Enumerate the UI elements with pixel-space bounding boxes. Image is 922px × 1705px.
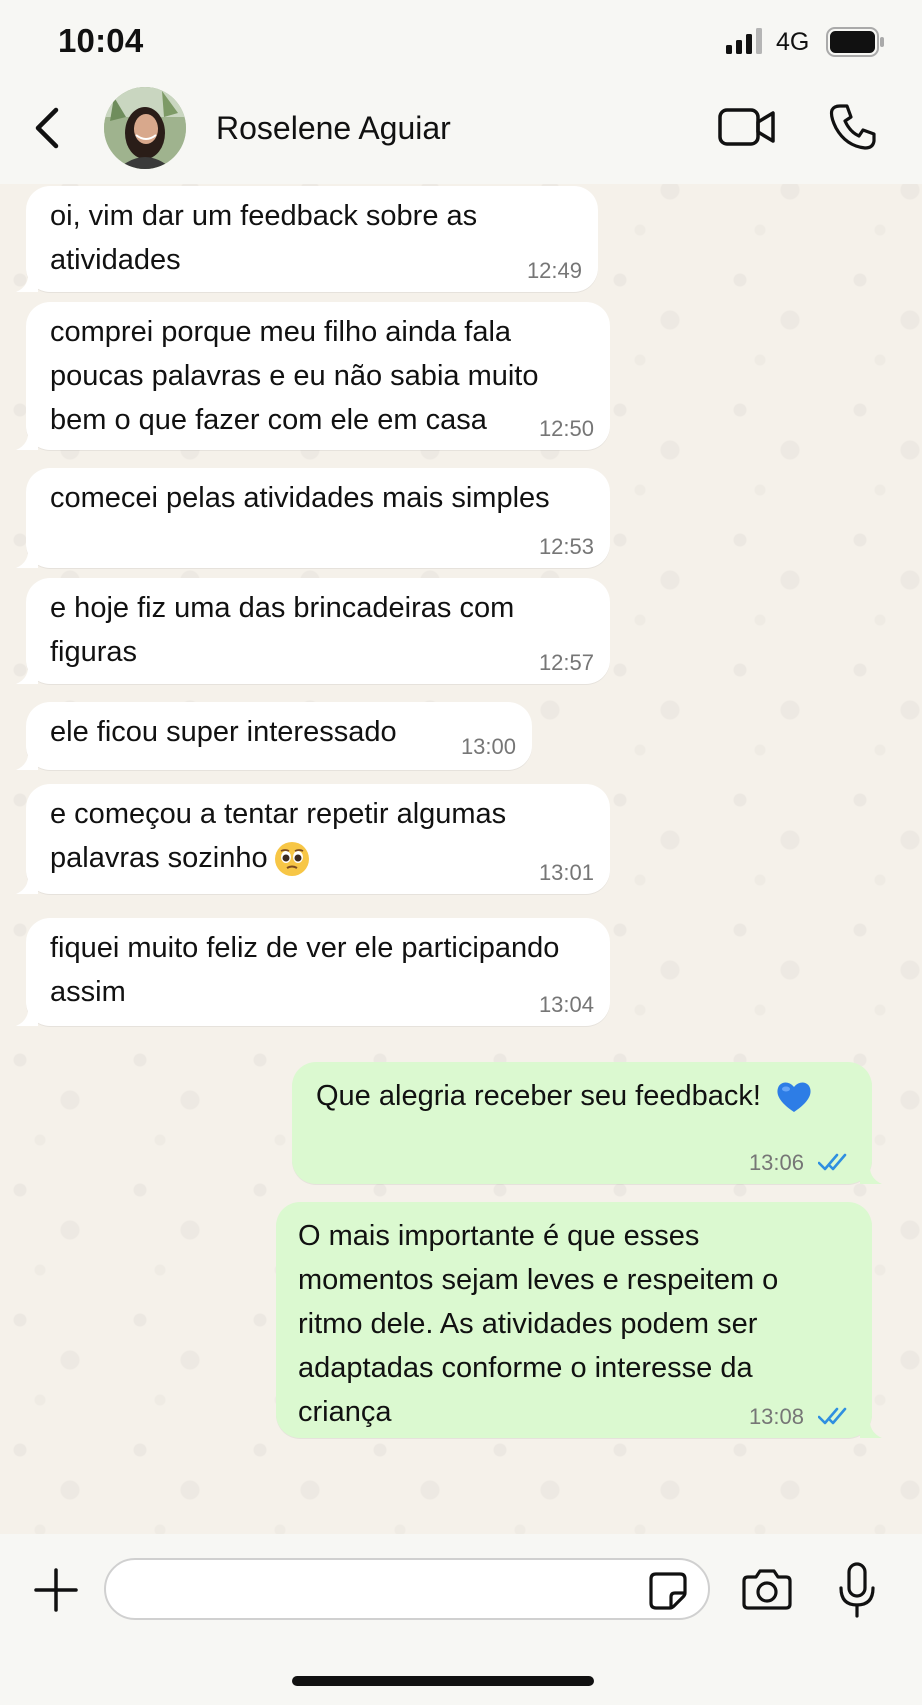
pleading-face-emoji (274, 842, 309, 877)
message-input[interactable] (104, 1558, 710, 1620)
message-time: 13:01 (538, 860, 594, 885)
bubble-tail (16, 270, 38, 292)
camera-icon[interactable] (742, 1568, 792, 1610)
message-text: fiquei muito feliz de ver ele participan… (50, 932, 560, 1008)
phone-icon[interactable] (828, 102, 878, 152)
message-list[interactable]: oi, vim dar um feedback sobre as ativida… (0, 184, 922, 1534)
double-check-icon (818, 1153, 847, 1171)
incoming-message[interactable]: ele ficou super interessado 13:00 (16, 702, 532, 770)
contact-name[interactable]: Roselene Aguiar (216, 110, 451, 147)
incoming-message[interactable]: comprei porque meu filho ainda fala pouc… (16, 302, 610, 450)
message-time: 12:50 (538, 416, 594, 441)
double-check-icon (818, 1407, 847, 1425)
avatar[interactable] (104, 87, 186, 169)
incoming-message[interactable]: e começou a tentar repetir algumas palav… (16, 784, 610, 894)
message-time: 12:53 (538, 534, 594, 559)
message-time: 13:00 (460, 734, 516, 759)
message-text: e hoje fiz uma das brincadeiras com figu… (50, 592, 515, 668)
message-time: 13:04 (538, 992, 594, 1017)
bubble-tail (16, 1004, 38, 1026)
message-text: Que alegria receber seu feedback! (316, 1080, 761, 1112)
plus-icon[interactable] (34, 1568, 78, 1612)
battery-full-icon (826, 27, 884, 57)
home-indicator (292, 1676, 594, 1686)
video-camera-icon[interactable] (718, 104, 776, 150)
bubble-tail (16, 872, 38, 894)
blue-heart-emoji (777, 1082, 811, 1113)
incoming-message[interactable]: e hoje fiz uma das brincadeiras com figu… (16, 578, 610, 684)
signal-bars-icon (726, 28, 762, 54)
outgoing-message[interactable]: Que alegria receber seu feedback! 13:06 (292, 1062, 882, 1184)
status-time: 10:04 (58, 22, 144, 59)
bubble-tail (860, 1416, 882, 1438)
status-bar: 10:04 4G (0, 0, 922, 84)
bubble-tail (16, 662, 38, 684)
chevron-left-icon[interactable] (26, 102, 68, 154)
bubble-tail (16, 546, 38, 568)
message-time: 13:08 (748, 1404, 804, 1429)
message-time: 12:57 (538, 650, 594, 675)
message-text: comprei porque meu filho ainda fala pouc… (50, 316, 539, 436)
message-text: O mais importante é que esses momentos s… (298, 1220, 779, 1428)
network-label: 4G (776, 28, 810, 56)
message-body: e começou a tentar repetir algumas palav… (50, 792, 586, 880)
top-area: 10:04 4G Roselene Aguiar (0, 0, 922, 184)
composer-bar (0, 1534, 922, 1705)
outgoing-message[interactable]: O mais importante é que esses momentos s… (276, 1202, 882, 1438)
message-body: Que alegria receber seu feedback! (316, 1070, 848, 1118)
incoming-message[interactable]: oi, vim dar um feedback sobre as ativida… (16, 186, 598, 292)
message-text: ele ficou super interessado (50, 716, 397, 748)
bubble-tail (860, 1162, 882, 1184)
microphone-icon[interactable] (838, 1562, 876, 1618)
bubble-tail (16, 748, 38, 770)
message-time: 13:06 (748, 1150, 804, 1175)
message-text: comecei pelas atividades mais simples (50, 482, 550, 514)
message-text: oi, vim dar um feedback sobre as ativida… (50, 200, 478, 276)
incoming-message[interactable]: comecei pelas atividades mais simples 12… (16, 468, 610, 568)
sticker-icon[interactable] (648, 1571, 688, 1611)
avatar-photo (104, 87, 186, 169)
chat-header: Roselene Aguiar (0, 84, 922, 184)
message-time: 12:49 (526, 258, 582, 283)
incoming-message[interactable]: fiquei muito feliz de ver ele participan… (16, 918, 610, 1026)
bubble-tail (16, 428, 38, 450)
